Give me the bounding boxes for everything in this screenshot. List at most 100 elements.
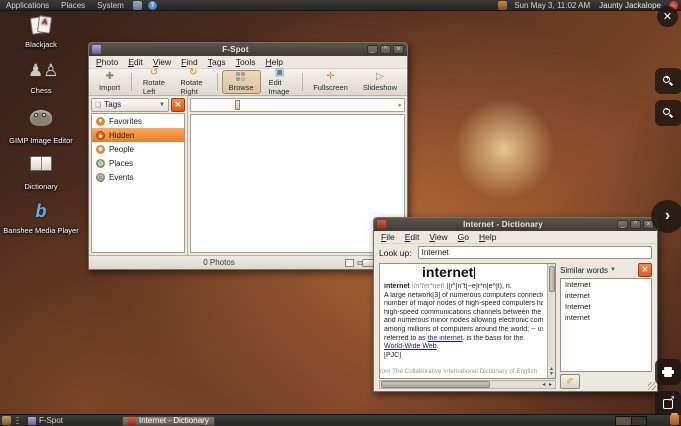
fullscreen-button[interactable]: ✛ Fullscreen	[306, 70, 355, 94]
overlay-next-button[interactable]: ›	[651, 200, 681, 233]
similar-word-item[interactable]: internet	[561, 312, 651, 323]
similar-words-close-button[interactable]: ✕	[638, 263, 652, 277]
fspot-menu-help[interactable]: Help	[261, 57, 288, 67]
fspot-titlebar[interactable]: F-Spot _ ^ ×	[89, 43, 407, 56]
edit-image-button[interactable]: ▣ Edit Image	[262, 70, 298, 94]
minimize-button[interactable]: _	[367, 45, 378, 54]
vscroll-thumb[interactable]	[549, 266, 555, 292]
favorites-heart-icon: ♥	[96, 117, 105, 126]
external-link-icon	[663, 399, 673, 409]
menu-system[interactable]: System	[91, 0, 130, 10]
timeline-right-arrow-icon[interactable]: ▸	[398, 101, 402, 109]
dictionary-menubar: File Edit View Go Help	[374, 231, 657, 244]
maximize-button[interactable]: ^	[630, 220, 641, 229]
hscroll-arrows-icon[interactable]: ◂ ▸	[540, 381, 555, 388]
dict-menu-go[interactable]: Go	[453, 232, 474, 242]
tag-row-events[interactable]: ◷ Events	[92, 170, 184, 184]
overlay-close-button[interactable]: ✕	[657, 6, 678, 27]
headword: internet	[422, 264, 473, 280]
fullscreen-icon: ✛	[326, 72, 334, 83]
maximize-button[interactable]: ^	[380, 45, 391, 54]
internet-link[interactable]: the internet	[428, 335, 463, 342]
workspace-1[interactable]	[616, 417, 631, 425]
dict-menu-edit[interactable]: Edit	[400, 232, 425, 242]
dictionary-titlebar[interactable]: Internet - Dictionary _ ^ ×	[374, 218, 657, 231]
tags-combo[interactable]: ❏ Tags ▼	[91, 98, 169, 112]
tag-row-places[interactable]: ◍ Places	[92, 156, 184, 170]
timeline-slider[interactable]: ▸	[190, 98, 405, 112]
trash-icon[interactable]	[670, 415, 679, 425]
fspot-app-icon	[92, 45, 101, 54]
fspot-menu-edit[interactable]: Edit	[123, 57, 148, 67]
fspot-menu-find[interactable]: Find	[176, 57, 203, 67]
desktop-icon-banshee[interactable]: b Banshee Media Player	[2, 200, 80, 235]
overlay-zoom-out-button[interactable]: −	[655, 100, 681, 126]
workspace-switcher[interactable]	[615, 416, 647, 426]
taskbar-item-fspot[interactable]: F-Spot	[23, 416, 68, 426]
people-icon: ☻	[96, 145, 105, 154]
definition-pane[interactable]: internet internet \In"ter*net\ ([i^]n"t[…	[380, 264, 547, 378]
definition-line: . is the basis for the	[463, 335, 524, 342]
similar-word-item[interactable]: Internet	[561, 301, 651, 312]
fspot-menu-photo[interactable]: Photo	[91, 57, 123, 67]
task-label: F-Spot	[39, 416, 63, 425]
similar-word-item[interactable]: Internet	[561, 279, 651, 290]
overlay-zoom-in-button[interactable]: +	[655, 68, 681, 94]
sidebar-close-button[interactable]: ✕	[171, 98, 185, 112]
clock[interactable]: Sun May 3, 11:02 AM	[510, 1, 594, 10]
tag-row-favorites[interactable]: ♥ Favorites	[92, 114, 184, 128]
dict-menu-file[interactable]: File	[376, 232, 400, 242]
slideshow-button[interactable]: ▷ Slideshow	[356, 70, 404, 94]
dictionary-task-icon	[128, 417, 136, 425]
thumbnail-size-icon	[345, 259, 354, 267]
menu-applications[interactable]: Applications	[0, 0, 55, 10]
top-panel: Applications Places System ? Sun May 3, …	[0, 0, 681, 11]
notification-indicator-icon[interactable]	[498, 1, 507, 10]
definition-hscrollbar[interactable]: ◂ ▸	[379, 380, 556, 389]
show-desktop-icon[interactable]	[2, 416, 11, 425]
tag-row-people[interactable]: ☻ People	[92, 142, 184, 156]
hidden-icon: ●	[96, 131, 105, 140]
lookup-input[interactable]	[418, 246, 652, 259]
import-button[interactable]: ✚ Import	[92, 70, 127, 94]
browse-button[interactable]: Browse	[222, 70, 261, 94]
similar-word-item[interactable]: internet	[561, 290, 651, 301]
text-cursor	[474, 267, 475, 279]
fspot-menu-tags[interactable]: Tags	[203, 57, 231, 67]
hscroll-thumb[interactable]	[381, 381, 490, 388]
desktop-icon-label: Dictionary	[2, 182, 80, 191]
tag-label: Hidden	[109, 131, 134, 140]
taskbar-item-dictionary[interactable]: Internet - Dictionary	[122, 416, 215, 426]
tag-row-hidden[interactable]: ● Hidden	[92, 128, 184, 142]
desktop-icon-chess[interactable]: ♟♙ Chess	[2, 60, 80, 95]
dict-menu-help[interactable]: Help	[474, 232, 501, 242]
rotate-left-button[interactable]: ↺ Rotate Left	[136, 70, 173, 94]
fspot-menu-view[interactable]: View	[148, 57, 176, 67]
minimize-button[interactable]: _	[617, 220, 628, 229]
window-resize-grip[interactable]	[648, 382, 656, 390]
fspot-task-icon	[28, 417, 36, 425]
desktop-icon-gimp[interactable]: GIMP Image Editor	[2, 106, 80, 145]
rotate-right-button[interactable]: ↻ Rotate Right	[173, 70, 213, 94]
smart-lookup-button[interactable]: ✐	[560, 374, 580, 389]
definition-vscrollbar[interactable]: ▲▼	[547, 264, 555, 378]
vscroll-arrows-icon[interactable]: ▲▼	[549, 367, 554, 378]
lookup-label: Look up:	[379, 248, 412, 258]
close-button[interactable]: ×	[393, 45, 404, 54]
similar-words-header[interactable]: Similar words	[560, 266, 608, 275]
menu-places[interactable]: Places	[55, 0, 91, 10]
timeline-handle[interactable]	[235, 100, 240, 110]
desktop-icon-dictionary[interactable]: Dictionary	[2, 152, 80, 191]
definition-line: .	[437, 343, 439, 350]
dict-menu-view[interactable]: View	[424, 232, 452, 242]
workspace-2[interactable]	[631, 417, 646, 425]
browser-launcher-icon[interactable]	[133, 1, 142, 10]
fspot-menu-tools[interactable]: Tools	[231, 57, 261, 67]
close-icon: ✕	[663, 10, 672, 23]
world-wide-web-link[interactable]: World-Wide Web	[384, 343, 437, 350]
dictionary-window-title: Internet - Dictionary	[389, 220, 617, 229]
overlay-print-button[interactable]	[655, 359, 681, 385]
events-clock-icon: ◷	[96, 173, 105, 182]
desktop-icon-blackjack[interactable]: A Blackjack	[2, 14, 80, 49]
help-launcher-icon[interactable]: ?	[148, 1, 157, 10]
